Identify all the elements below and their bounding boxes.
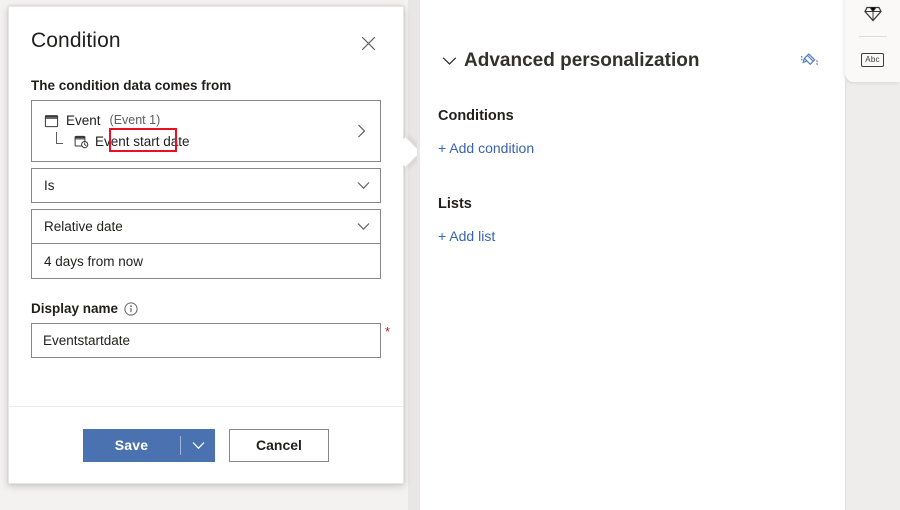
condition-dialog: Condition The condition data comes from bbox=[8, 6, 404, 484]
backdrop-right-edge bbox=[408, 0, 420, 510]
operator-select-value: Is bbox=[44, 178, 357, 193]
operator-select[interactable]: Is bbox=[31, 168, 381, 203]
relative-date-value-field[interactable]: 4 days from now bbox=[31, 244, 381, 279]
date-type-select[interactable]: Relative date bbox=[31, 209, 381, 244]
close-icon bbox=[361, 36, 376, 51]
required-marker: * bbox=[385, 325, 390, 339]
display-name-label: Display name bbox=[31, 301, 381, 316]
info-icon[interactable] bbox=[124, 302, 138, 316]
operator-select-chevron bbox=[357, 181, 370, 190]
rail-separator bbox=[859, 36, 887, 37]
save-dropdown-button[interactable] bbox=[181, 429, 215, 462]
edit-personalization-button[interactable] bbox=[797, 48, 823, 74]
source-lines: Event (Event 1) Event start date bbox=[44, 111, 350, 152]
display-name-label-text: Display name bbox=[31, 301, 118, 316]
chevron-right-icon bbox=[356, 123, 367, 139]
source-field-name: Event start date bbox=[95, 134, 190, 149]
rail-item-text[interactable]: Abc bbox=[858, 46, 888, 74]
source-entity-qualifier: (Event 1) bbox=[108, 113, 163, 127]
dialog-callout-beak bbox=[403, 134, 417, 178]
source-field-label: The condition data comes from bbox=[31, 78, 381, 93]
display-name-input[interactable] bbox=[31, 323, 381, 358]
source-entity-row: Event (Event 1) bbox=[44, 111, 350, 130]
advanced-personalization-panel: Advanced personalization Conditions + Ad… bbox=[420, 0, 845, 510]
save-button[interactable]: Save bbox=[83, 429, 215, 462]
chevron-down-icon bbox=[357, 222, 370, 231]
lists-heading: Lists bbox=[420, 196, 845, 212]
abc-text-icon: Abc bbox=[861, 53, 883, 67]
save-button-label: Save bbox=[83, 429, 180, 462]
close-button[interactable] bbox=[355, 30, 381, 56]
conditions-heading: Conditions bbox=[420, 108, 845, 124]
pencil-edit-icon bbox=[800, 53, 820, 69]
section-collapse-toggle[interactable] bbox=[438, 56, 460, 66]
date-type-select-chevron bbox=[357, 222, 370, 231]
chevron-down-icon bbox=[357, 181, 370, 190]
rail-item-gem[interactable] bbox=[858, 0, 888, 28]
section-title: Advanced personalization bbox=[464, 50, 797, 72]
add-condition-link[interactable]: + Add condition bbox=[420, 140, 552, 156]
date-type-select-value: Relative date bbox=[44, 219, 357, 234]
tree-elbow-connector bbox=[56, 135, 67, 149]
calendar-clock-icon bbox=[74, 134, 89, 149]
screen-canvas: Condition The condition data comes from bbox=[0, 0, 900, 510]
cancel-button-label: Cancel bbox=[256, 437, 302, 453]
dialog-header: Condition bbox=[9, 7, 403, 56]
source-entity-name: Event bbox=[66, 113, 101, 128]
cancel-button[interactable]: Cancel bbox=[229, 429, 329, 462]
source-field-label-text: The condition data comes from bbox=[31, 78, 231, 93]
display-name-row: * bbox=[31, 323, 381, 358]
chevron-down-icon bbox=[192, 441, 205, 450]
dialog-footer: Save Cancel bbox=[9, 406, 403, 483]
right-rail-divider bbox=[845, 82, 846, 510]
relative-date-value: 4 days from now bbox=[44, 254, 370, 269]
calendar-icon bbox=[44, 113, 59, 128]
right-rail-toolbar: Abc bbox=[845, 0, 900, 82]
source-field-row: Event start date bbox=[44, 132, 350, 152]
page-title: Condition bbox=[31, 29, 121, 52]
source-expand-button[interactable] bbox=[350, 123, 372, 139]
condition-source-picker[interactable]: Event (Event 1) Event start date bbox=[31, 100, 381, 162]
section-header: Advanced personalization bbox=[420, 0, 845, 74]
gem-shape-icon bbox=[864, 6, 882, 22]
dialog-body: The condition data comes from Event (Eve… bbox=[9, 56, 403, 406]
add-list-link[interactable]: + Add list bbox=[420, 228, 513, 244]
chevron-down-icon bbox=[442, 56, 457, 66]
